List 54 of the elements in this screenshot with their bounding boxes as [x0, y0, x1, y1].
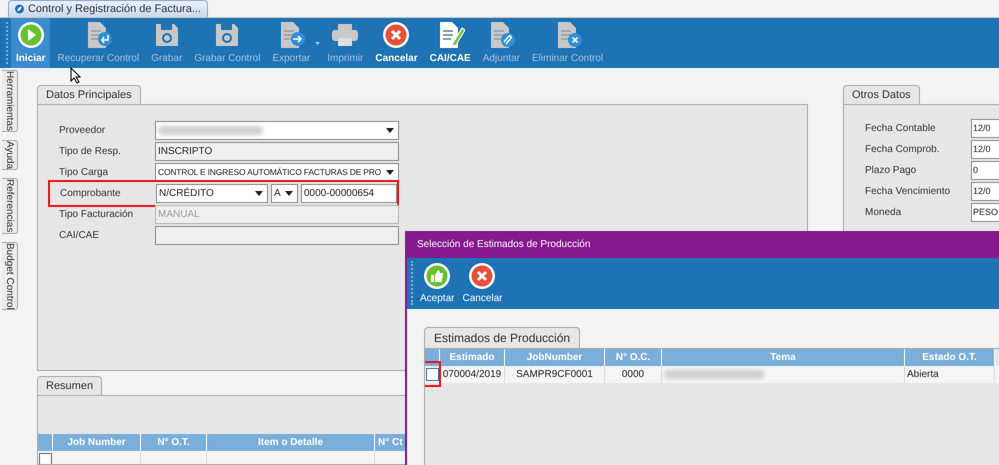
panel-tab[interactable]: Resumen — [37, 376, 102, 395]
side-tab[interactable]: Herramientas — [2, 70, 18, 132]
dropdown-field[interactable] — [155, 121, 399, 140]
text-field[interactable]: 0000-00000654 — [301, 184, 397, 203]
dropdown-arrow-icon — [386, 170, 394, 175]
field-label: Moneda — [865, 206, 902, 220]
field-label: Fecha Comprob. — [865, 143, 940, 157]
dropdown-arrow-icon — [285, 191, 293, 196]
panel-tab[interactable]: Datos Principales — [37, 85, 141, 104]
checkbox[interactable] — [426, 368, 439, 381]
dropdown-field[interactable]: A — [271, 184, 298, 203]
toolbar-button[interactable]: Cancelar — [370, 18, 423, 68]
text-field[interactable]: 12/0 — [971, 182, 999, 201]
toolbar-button[interactable]: Cancelar — [460, 258, 504, 306]
play-icon — [16, 20, 45, 48]
field-label: Tipo de Resp. — [59, 145, 122, 159]
table-cell-text: 070004/2019 — [442, 368, 502, 382]
field-label: CAI/CAE — [59, 229, 100, 243]
dropdown-arrow-icon — [315, 42, 320, 45]
dropdown-arrow-icon — [255, 191, 263, 196]
side-tab[interactable]: Budget Control — [2, 242, 18, 310]
field-label: Proveedor — [59, 124, 106, 138]
text-field[interactable]: 12/0 — [971, 119, 999, 138]
window-tab[interactable]: Control y Registración de Factura... — [8, 0, 208, 17]
text-field[interactable]: 12/0 — [971, 140, 999, 159]
side-tab[interactable]: Referencias — [2, 178, 18, 234]
side-tab[interactable]: Ayuda — [2, 140, 18, 170]
dropdown-arrow-icon — [386, 128, 394, 133]
field-label: Comprobante — [60, 187, 122, 201]
cancel-icon — [468, 262, 496, 290]
cancel-icon — [382, 20, 410, 48]
table-cell-text: 0000 — [622, 368, 644, 382]
text-field[interactable]: INSCRIPTO — [155, 142, 399, 161]
thumbs-up-icon — [423, 262, 452, 290]
field-label: Tipo Facturación — [59, 208, 134, 222]
table-cell-text: Abierta — [907, 368, 939, 382]
toolbar-button[interactable]: Aceptar — [418, 258, 456, 306]
checkbox[interactable] — [39, 453, 52, 464]
dialog-title: Selección de Estimados de Producción — [417, 238, 590, 252]
toolbar-button[interactable]: CAI/CAE — [424, 18, 476, 68]
mouse-cursor-icon — [70, 67, 82, 84]
toolbar-button[interactable]: Iniciar — [11, 18, 50, 68]
dropdown-field[interactable]: N/CRÉDITO — [156, 184, 268, 203]
table-cell-text: SAMPR9CF0001 — [516, 368, 593, 382]
text-field[interactable]: 0 — [971, 161, 999, 180]
app-logo-icon — [15, 3, 24, 15]
panel-tab[interactable]: Estimados de Producción — [424, 327, 580, 348]
field-label: Plazo Pago — [865, 164, 918, 178]
field-label: Tipo Carga — [59, 166, 110, 180]
field-label: Fecha Contable — [865, 122, 937, 136]
text-field[interactable]: PESO — [971, 203, 999, 222]
panel-tab[interactable]: Otros Datos — [843, 85, 920, 104]
text-field[interactable] — [155, 226, 399, 245]
field-label: Fecha Vencimiento — [865, 185, 952, 199]
